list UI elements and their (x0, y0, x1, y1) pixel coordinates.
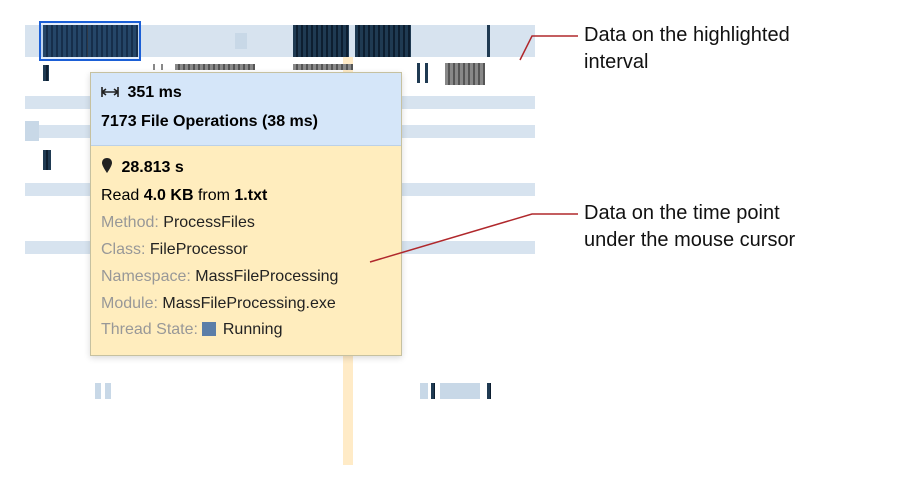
threadstate-label: Thread State: (101, 321, 198, 338)
timeline-row[interactable] (25, 379, 535, 404)
annotation-point: Data on the time point under the mouse c… (584, 200, 795, 254)
timeline-tooltip: 351 ms 7173 File Operations (38 ms) 28.8… (90, 72, 402, 356)
tooltip-interval-section: 351 ms 7173 File Operations (38 ms) (91, 73, 401, 146)
tooltip-point-section: 28.813 s Read 4.0 KB from 1.txt Method: … (91, 146, 401, 356)
interval-duration: 351 ms (127, 84, 181, 101)
class-label: Class: (101, 241, 145, 258)
interval-count: 7173 (101, 113, 137, 130)
point-action-size: 4.0 KB (144, 187, 194, 204)
point-time: 28.813 s (121, 159, 183, 176)
point-action-prefix: Read (101, 187, 139, 204)
namespace-label: Namespace: (101, 268, 191, 285)
threadstate-value: Running (223, 321, 283, 338)
method-value: ProcessFiles (163, 214, 255, 231)
module-label: Module: (101, 295, 158, 312)
class-value: FileProcessor (150, 241, 248, 258)
point-action-file: 1.txt (234, 187, 267, 204)
interval-label: File Operations (141, 113, 257, 130)
pin-icon (101, 158, 113, 183)
threadstate-swatch (202, 322, 216, 336)
timeline-row[interactable] (25, 25, 535, 57)
namespace-value: MassFileProcessing (195, 268, 338, 285)
interval-width-icon (101, 83, 119, 108)
point-action-mid: from (198, 187, 230, 204)
annotation-interval: Data on the highlighted interval (584, 22, 790, 76)
method-label: Method: (101, 214, 159, 231)
interval-time: (38 ms) (262, 113, 318, 130)
module-value: MassFileProcessing.exe (162, 295, 335, 312)
